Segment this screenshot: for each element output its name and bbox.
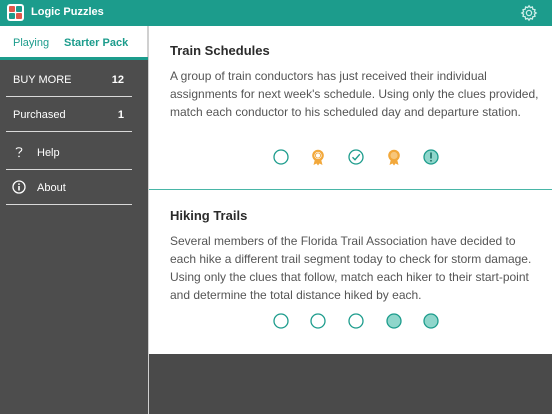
sidebar-item-count: 1 [117,109,124,121]
sidebar-item-label: Help [37,147,60,159]
puzzle-list: Train Schedules A group of train conduct… [148,26,552,354]
sidebar-item-about[interactable]: About [6,171,132,205]
sidebar-item-label: About [37,182,66,194]
sidebar-tabs: Playing Starter Pack [0,26,148,60]
gear-icon[interactable] [519,3,539,23]
sidebar-item-purchased[interactable]: Purchased 1 [6,98,132,132]
puzzle-title: Train Schedules [170,43,270,58]
info-icon [12,180,26,194]
sidebar-item-label: BUY MORE [13,74,72,86]
empty-circle-icon[interactable] [309,312,327,330]
tab-playing[interactable]: Playing [13,37,49,49]
puzzle-status-icons [149,312,552,330]
puzzle-title: Hiking Trails [170,208,248,223]
puzzle-card-train-schedules[interactable]: Train Schedules A group of train conduct… [149,26,552,190]
sidebar-item-help[interactable]: Help [6,136,132,170]
app-logo-icon [7,4,24,21]
sidebar-item-label: Purchased [13,109,66,121]
puzzle-card-hiking-trails[interactable]: Hiking Trails Several members of the Flo… [149,191,552,354]
filled-circle-icon[interactable] [422,312,440,330]
active-tab-indicator [0,57,148,60]
sidebar-item-count: 12 [111,74,124,86]
puzzle-status-icons [149,148,552,166]
exclamation-circle-icon[interactable] [422,148,440,166]
sidebar: Playing Starter Pack BUY MORE 12 Purchas… [0,26,148,414]
app-title: Logic Puzzles [31,6,104,18]
ribbon-filled-icon[interactable] [385,148,403,166]
tab-starter-pack[interactable]: Starter Pack [64,37,128,49]
empty-circle-icon[interactable] [272,148,290,166]
ribbon-icon[interactable] [309,148,327,166]
empty-circle-icon[interactable] [347,312,365,330]
check-circle-icon[interactable] [347,148,365,166]
sidebar-item-buy-more[interactable]: BUY MORE 12 [6,63,132,97]
empty-content-area [148,354,552,414]
puzzle-description: Several members of the Florida Trail Ass… [170,234,532,302]
empty-circle-icon[interactable] [272,312,290,330]
puzzle-description: A group of train conductors has just rec… [170,69,539,119]
filled-circle-icon[interactable] [385,312,403,330]
question-icon [12,145,26,159]
top-bar: Logic Puzzles [0,0,552,26]
